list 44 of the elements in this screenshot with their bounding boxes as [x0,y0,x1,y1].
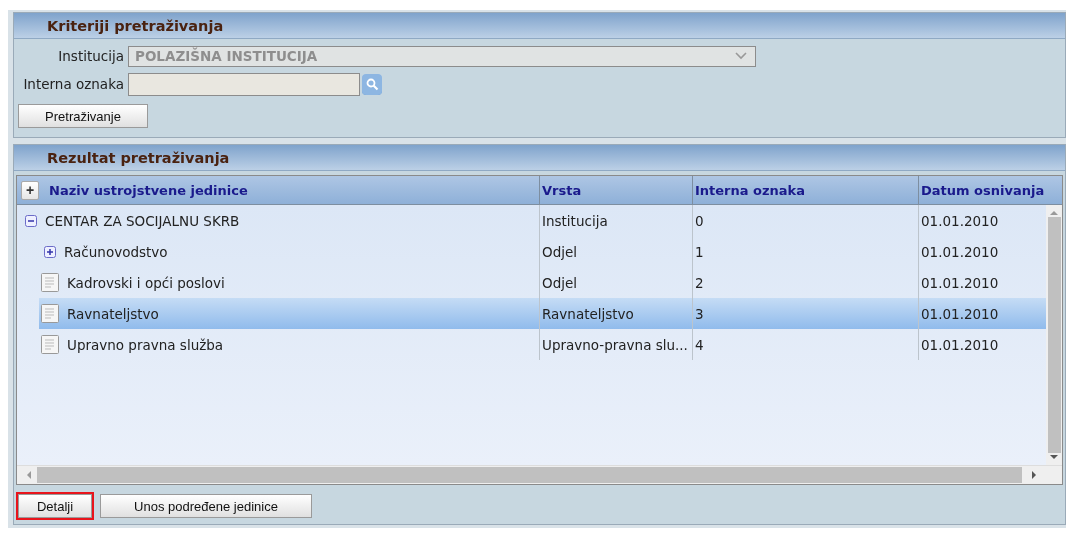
search-button[interactable]: Pretraživanje [18,104,148,128]
horizontal-scrollbar[interactable] [17,465,1062,484]
panel-title: Rezultat pretraživanja [14,145,1065,171]
table-cell: CENTAR ZA SOCIJALNU SKRB [45,212,240,229]
tree-row[interactable]: Ravnateljstvo Ravnateljstvo 3 01.01.2010 [39,298,1046,329]
table-cell: Upravno-pravna slu... [542,336,688,353]
field-label: Interna oznaka [22,76,124,92]
field-label: Institucija [57,48,124,64]
column-header: Interna oznaka [695,182,806,198]
document-icon [41,335,59,354]
action-button[interactable]: Unos podređene jedinice [100,494,312,518]
table-cell: 3 [695,305,704,322]
table-cell: Ravnateljstvo [542,305,634,322]
table-cell: Odjel [542,274,577,291]
document-icon [41,304,59,323]
table-cell: Upravno pravna služba [67,336,224,353]
expand-icon[interactable] [44,245,56,258]
table-cell: Institucija [542,212,608,229]
table-cell: Računovodstvo [64,243,168,260]
table-cell: 01.01.2010 [921,243,999,260]
table-cell: Ravnateljstvo [67,305,159,322]
table-cell: 01.01.2010 [921,212,999,229]
chevron-down-icon [735,52,747,60]
table-cell: 01.01.2010 [921,305,999,322]
column-header: Vrsta [542,182,582,198]
action-button[interactable]: Detalji [18,494,92,518]
panel-title: Kriteriji pretraživanja [14,13,1065,39]
search-icon[interactable] [362,73,382,95]
table-cell: 4 [695,336,704,353]
tree-row[interactable]: Upravno pravna služba Upravno-pravna slu... 4 01.01.2010 [39,329,1046,360]
table-cell: 2 [695,274,704,291]
table-cell: 1 [695,243,704,260]
document-icon [41,273,59,292]
table-cell: 01.01.2010 [921,274,999,291]
table-cell: Kadrovski i opći poslovi [67,274,225,291]
collapse-icon[interactable] [25,214,37,227]
column-header: Datum osnivanja [921,182,1045,198]
expand-all-button[interactable]: + [21,180,39,200]
input-field[interactable] [128,72,360,96]
table-cell: Odjel [542,243,577,260]
vertical-scrollbar[interactable] [1046,205,1062,465]
column-header: Naziv ustrojstvene jedinice [49,182,248,198]
table-cell: 01.01.2010 [921,336,999,353]
table-cell: 0 [695,212,704,229]
